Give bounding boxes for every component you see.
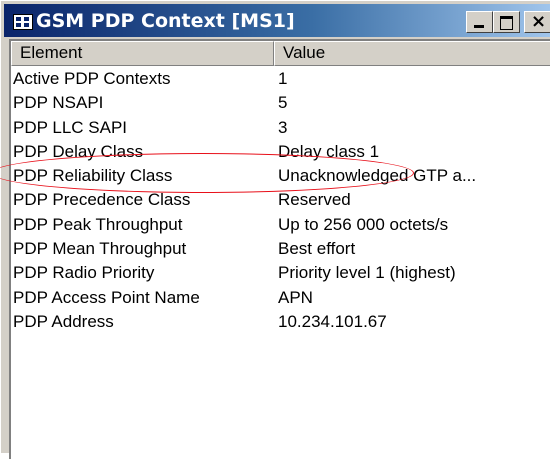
row-value: 10.234.101.67 [278, 311, 387, 331]
window-app-icon[interactable] [13, 14, 33, 30]
list-row[interactable]: PDP Delay Class Delay class 1 [11, 140, 550, 164]
minimize-button[interactable] [466, 11, 493, 33]
row-element: PDP Mean Throughput [13, 239, 187, 259]
pdp-context-window: GSM PDP Context [MS1] × Element Value Ac… [0, 0, 550, 459]
element-value-list[interactable]: Element Value Active PDP Contexts 1 PDP NS… [9, 39, 550, 459]
row-value: 5 [278, 93, 288, 113]
row-element: PDP Radio Priority [13, 263, 155, 283]
list-row[interactable]: PDP Radio Priority Priority level 1 (high… [11, 261, 550, 285]
minimize-icon [474, 25, 484, 28]
column-header-element[interactable]: Element [11, 41, 274, 66]
close-button[interactable]: × [524, 11, 550, 33]
list-row[interactable]: PDP Reliability Class Unacknowledged GTP … [11, 164, 550, 188]
maximize-button[interactable] [493, 11, 520, 33]
row-element: PDP Delay Class [13, 141, 144, 161]
list-rows: Active PDP Contexts 1 PDP NSAPI 5 PDP LLC SA… [11, 67, 550, 334]
row-value: Best effort [278, 239, 356, 259]
list-row[interactable]: PDP Precedence Class Reserved [11, 188, 550, 212]
list-row[interactable]: PDP Peak Throughput Up to 256 000 octets/… [11, 213, 550, 237]
row-value: Unacknowledged GTP a... [278, 166, 477, 186]
row-value: Reserved [278, 190, 351, 210]
row-value: 1 [278, 69, 288, 88]
row-element: PDP Reliability Class [13, 166, 173, 186]
window-title: GSM PDP Context [MS1] [36, 10, 295, 32]
list-row[interactable]: PDP Address 10.234.101.67 [11, 310, 550, 334]
row-element: PDP Access Point Name [13, 287, 200, 307]
close-icon: × [531, 11, 547, 32]
row-element: PDP Precedence Class [13, 190, 191, 210]
row-element: PDP LLC SAPI [13, 117, 128, 137]
row-element: Active PDP Contexts [13, 69, 171, 88]
row-element: PDP Address [13, 311, 114, 331]
list-row[interactable]: PDP Mean Throughput Best effort [11, 237, 550, 261]
row-element: PDP Peak Throughput [13, 214, 183, 234]
row-value: 3 [278, 117, 288, 137]
row-value: Priority level 1 (highest) [278, 263, 456, 283]
maximize-icon [500, 16, 513, 30]
list-row[interactable]: PDP Access Point Name APN [11, 286, 550, 310]
row-value: Delay class 1 [278, 141, 380, 161]
list-header: Element Value [11, 41, 550, 66]
row-value: Up to 256 000 octets/s [278, 214, 449, 234]
list-row[interactable]: PDP LLC SAPI 3 [11, 116, 550, 140]
column-header-value[interactable]: Value [274, 41, 550, 66]
title-bar[interactable]: GSM PDP Context [MS1] × [4, 4, 550, 37]
list-row[interactable]: Active PDP Contexts 1 [11, 67, 550, 91]
list-row[interactable]: PDP NSAPI 5 [11, 91, 550, 115]
row-element: PDP NSAPI [13, 93, 104, 113]
row-value: APN [278, 287, 313, 307]
